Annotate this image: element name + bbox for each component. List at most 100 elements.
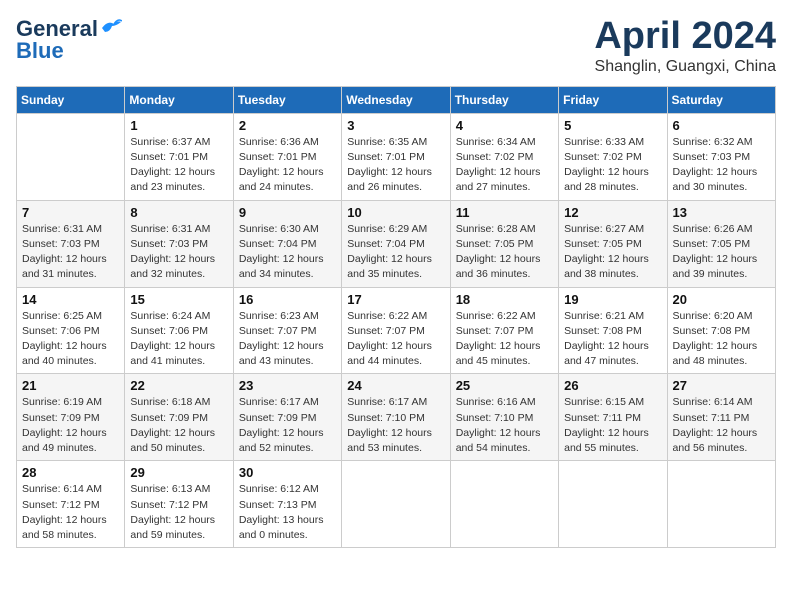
day-info: Sunrise: 6:30 AM Sunset: 7:04 PM Dayligh… — [239, 222, 336, 283]
calendar-cell: 4 Sunrise: 6:34 AM Sunset: 7:02 PM Daylig… — [450, 113, 558, 200]
day-info: Sunrise: 6:13 AM Sunset: 7:12 PM Dayligh… — [130, 482, 227, 543]
day-info: Sunrise: 6:17 AM Sunset: 7:09 PM Dayligh… — [239, 395, 336, 456]
day-number: 3 — [347, 118, 444, 133]
day-number: 28 — [22, 465, 119, 480]
day-number: 9 — [239, 205, 336, 220]
calendar-cell: 2 Sunrise: 6:36 AM Sunset: 7:01 PM Daylig… — [233, 113, 341, 200]
day-number: 15 — [130, 292, 227, 307]
calendar-cell: 27 Sunrise: 6:14 AM Sunset: 7:11 PM Dayli… — [667, 374, 775, 461]
day-number: 13 — [673, 205, 770, 220]
calendar-cell: 9 Sunrise: 6:30 AM Sunset: 7:04 PM Daylig… — [233, 200, 341, 287]
calendar-cell: 19 Sunrise: 6:21 AM Sunset: 7:08 PM Dayli… — [559, 287, 667, 374]
calendar-cell: 30Sunrise: 6:12 AM Sunset: 7:13 PM Dayli… — [233, 461, 341, 548]
day-info: Sunrise: 6:29 AM Sunset: 7:04 PM Dayligh… — [347, 222, 444, 283]
day-number: 19 — [564, 292, 661, 307]
calendar-cell: 3 Sunrise: 6:35 AM Sunset: 7:01 PM Daylig… — [342, 113, 450, 200]
day-info: Sunrise: 6:25 AM Sunset: 7:06 PM Dayligh… — [22, 309, 119, 370]
calendar-cell — [17, 113, 125, 200]
calendar-cell: 21Sunrise: 6:19 AM Sunset: 7:09 PM Dayli… — [17, 374, 125, 461]
day-info: Sunrise: 6:17 AM Sunset: 7:10 PM Dayligh… — [347, 395, 444, 456]
calendar-cell: 1 Sunrise: 6:37 AM Sunset: 7:01 PM Daylig… — [125, 113, 233, 200]
weekday-header-sunday: Sunday — [17, 86, 125, 113]
day-number: 6 — [673, 118, 770, 133]
weekday-header-friday: Friday — [559, 86, 667, 113]
day-number: 16 — [239, 292, 336, 307]
day-number: 18 — [456, 292, 553, 307]
location-title: Shanglin, Guangxi, China — [594, 58, 776, 76]
calendar-cell: 26 Sunrise: 6:15 AM Sunset: 7:11 PM Dayli… — [559, 374, 667, 461]
calendar-cell: 24 Sunrise: 6:17 AM Sunset: 7:10 PM Dayli… — [342, 374, 450, 461]
calendar-cell: 25 Sunrise: 6:16 AM Sunset: 7:10 PM Dayli… — [450, 374, 558, 461]
calendar-week-5: 28 Sunrise: 6:14 AM Sunset: 7:12 PM Dayli… — [17, 461, 776, 548]
day-info: Sunrise: 6:36 AM Sunset: 7:01 PM Dayligh… — [239, 135, 336, 196]
calendar-week-3: 14 Sunrise: 6:25 AM Sunset: 7:06 PM Dayli… — [17, 287, 776, 374]
calendar-cell: 22 Sunrise: 6:18 AM Sunset: 7:09 PM Dayli… — [125, 374, 233, 461]
weekday-header-monday: Monday — [125, 86, 233, 113]
day-number: 11 — [456, 205, 553, 220]
calendar-cell — [559, 461, 667, 548]
weekday-header-wednesday: Wednesday — [342, 86, 450, 113]
day-number: 7 — [22, 205, 119, 220]
day-info: Sunrise: 6:21 AM Sunset: 7:08 PM Dayligh… — [564, 309, 661, 370]
day-info: Sunrise: 6:27 AM Sunset: 7:05 PM Dayligh… — [564, 222, 661, 283]
day-info: Sunrise: 6:22 AM Sunset: 7:07 PM Dayligh… — [347, 309, 444, 370]
day-number: 5 — [564, 118, 661, 133]
day-number: 2 — [239, 118, 336, 133]
day-number: 26 — [564, 378, 661, 393]
day-number: 20 — [673, 292, 770, 307]
weekday-header-tuesday: Tuesday — [233, 86, 341, 113]
calendar-week-2: 7Sunrise: 6:31 AM Sunset: 7:03 PM Daylig… — [17, 200, 776, 287]
weekday-header-saturday: Saturday — [667, 86, 775, 113]
calendar-cell: 14 Sunrise: 6:25 AM Sunset: 7:06 PM Dayli… — [17, 287, 125, 374]
day-info: Sunrise: 6:14 AM Sunset: 7:12 PM Dayligh… — [22, 482, 119, 543]
calendar-header-row: SundayMondayTuesdayWednesdayThursdayFrid… — [17, 86, 776, 113]
day-info: Sunrise: 6:23 AM Sunset: 7:07 PM Dayligh… — [239, 309, 336, 370]
calendar-cell: 23 Sunrise: 6:17 AM Sunset: 7:09 PM Dayli… — [233, 374, 341, 461]
day-info: Sunrise: 6:26 AM Sunset: 7:05 PM Dayligh… — [673, 222, 770, 283]
day-info: Sunrise: 6:35 AM Sunset: 7:01 PM Dayligh… — [347, 135, 444, 196]
calendar-week-4: 21Sunrise: 6:19 AM Sunset: 7:09 PM Dayli… — [17, 374, 776, 461]
day-info: Sunrise: 6:34 AM Sunset: 7:02 PM Dayligh… — [456, 135, 553, 196]
calendar-cell: 8Sunrise: 6:31 AM Sunset: 7:03 PM Daylig… — [125, 200, 233, 287]
logo-blue: Blue — [16, 38, 64, 64]
day-info: Sunrise: 6:16 AM Sunset: 7:10 PM Dayligh… — [456, 395, 553, 456]
logo-bird-icon — [100, 18, 122, 36]
calendar-cell — [342, 461, 450, 548]
day-number: 22 — [130, 378, 227, 393]
day-number: 10 — [347, 205, 444, 220]
calendar-cell: 20Sunrise: 6:20 AM Sunset: 7:08 PM Dayli… — [667, 287, 775, 374]
day-number: 23 — [239, 378, 336, 393]
calendar-body: 1 Sunrise: 6:37 AM Sunset: 7:01 PM Daylig… — [17, 113, 776, 547]
logo: General Blue — [16, 16, 122, 64]
day-number: 4 — [456, 118, 553, 133]
day-number: 14 — [22, 292, 119, 307]
day-number: 29 — [130, 465, 227, 480]
day-info: Sunrise: 6:24 AM Sunset: 7:06 PM Dayligh… — [130, 309, 227, 370]
weekday-header-thursday: Thursday — [450, 86, 558, 113]
day-number: 25 — [456, 378, 553, 393]
day-number: 24 — [347, 378, 444, 393]
calendar-cell: 13 Sunrise: 6:26 AM Sunset: 7:05 PM Dayli… — [667, 200, 775, 287]
calendar-cell: 29 Sunrise: 6:13 AM Sunset: 7:12 PM Dayli… — [125, 461, 233, 548]
day-info: Sunrise: 6:18 AM Sunset: 7:09 PM Dayligh… — [130, 395, 227, 456]
calendar-cell: 11 Sunrise: 6:28 AM Sunset: 7:05 PM Dayli… — [450, 200, 558, 287]
calendar-cell: 6 Sunrise: 6:32 AM Sunset: 7:03 PM Daylig… — [667, 113, 775, 200]
calendar-cell — [667, 461, 775, 548]
day-info: Sunrise: 6:12 AM Sunset: 7:13 PM Dayligh… — [239, 482, 336, 543]
calendar-cell: 16 Sunrise: 6:23 AM Sunset: 7:07 PM Dayli… — [233, 287, 341, 374]
day-info: Sunrise: 6:37 AM Sunset: 7:01 PM Dayligh… — [130, 135, 227, 196]
day-info: Sunrise: 6:22 AM Sunset: 7:07 PM Dayligh… — [456, 309, 553, 370]
day-info: Sunrise: 6:28 AM Sunset: 7:05 PM Dayligh… — [456, 222, 553, 283]
calendar-cell: 18 Sunrise: 6:22 AM Sunset: 7:07 PM Dayli… — [450, 287, 558, 374]
calendar-table: SundayMondayTuesdayWednesdayThursdayFrid… — [16, 86, 776, 548]
day-info: Sunrise: 6:32 AM Sunset: 7:03 PM Dayligh… — [673, 135, 770, 196]
day-info: Sunrise: 6:15 AM Sunset: 7:11 PM Dayligh… — [564, 395, 661, 456]
calendar-cell — [450, 461, 558, 548]
day-number: 12 — [564, 205, 661, 220]
calendar-cell: 7Sunrise: 6:31 AM Sunset: 7:03 PM Daylig… — [17, 200, 125, 287]
day-number: 1 — [130, 118, 227, 133]
day-number: 8 — [130, 205, 227, 220]
calendar-cell: 17Sunrise: 6:22 AM Sunset: 7:07 PM Dayli… — [342, 287, 450, 374]
day-info: Sunrise: 6:14 AM Sunset: 7:11 PM Dayligh… — [673, 395, 770, 456]
day-number: 27 — [673, 378, 770, 393]
